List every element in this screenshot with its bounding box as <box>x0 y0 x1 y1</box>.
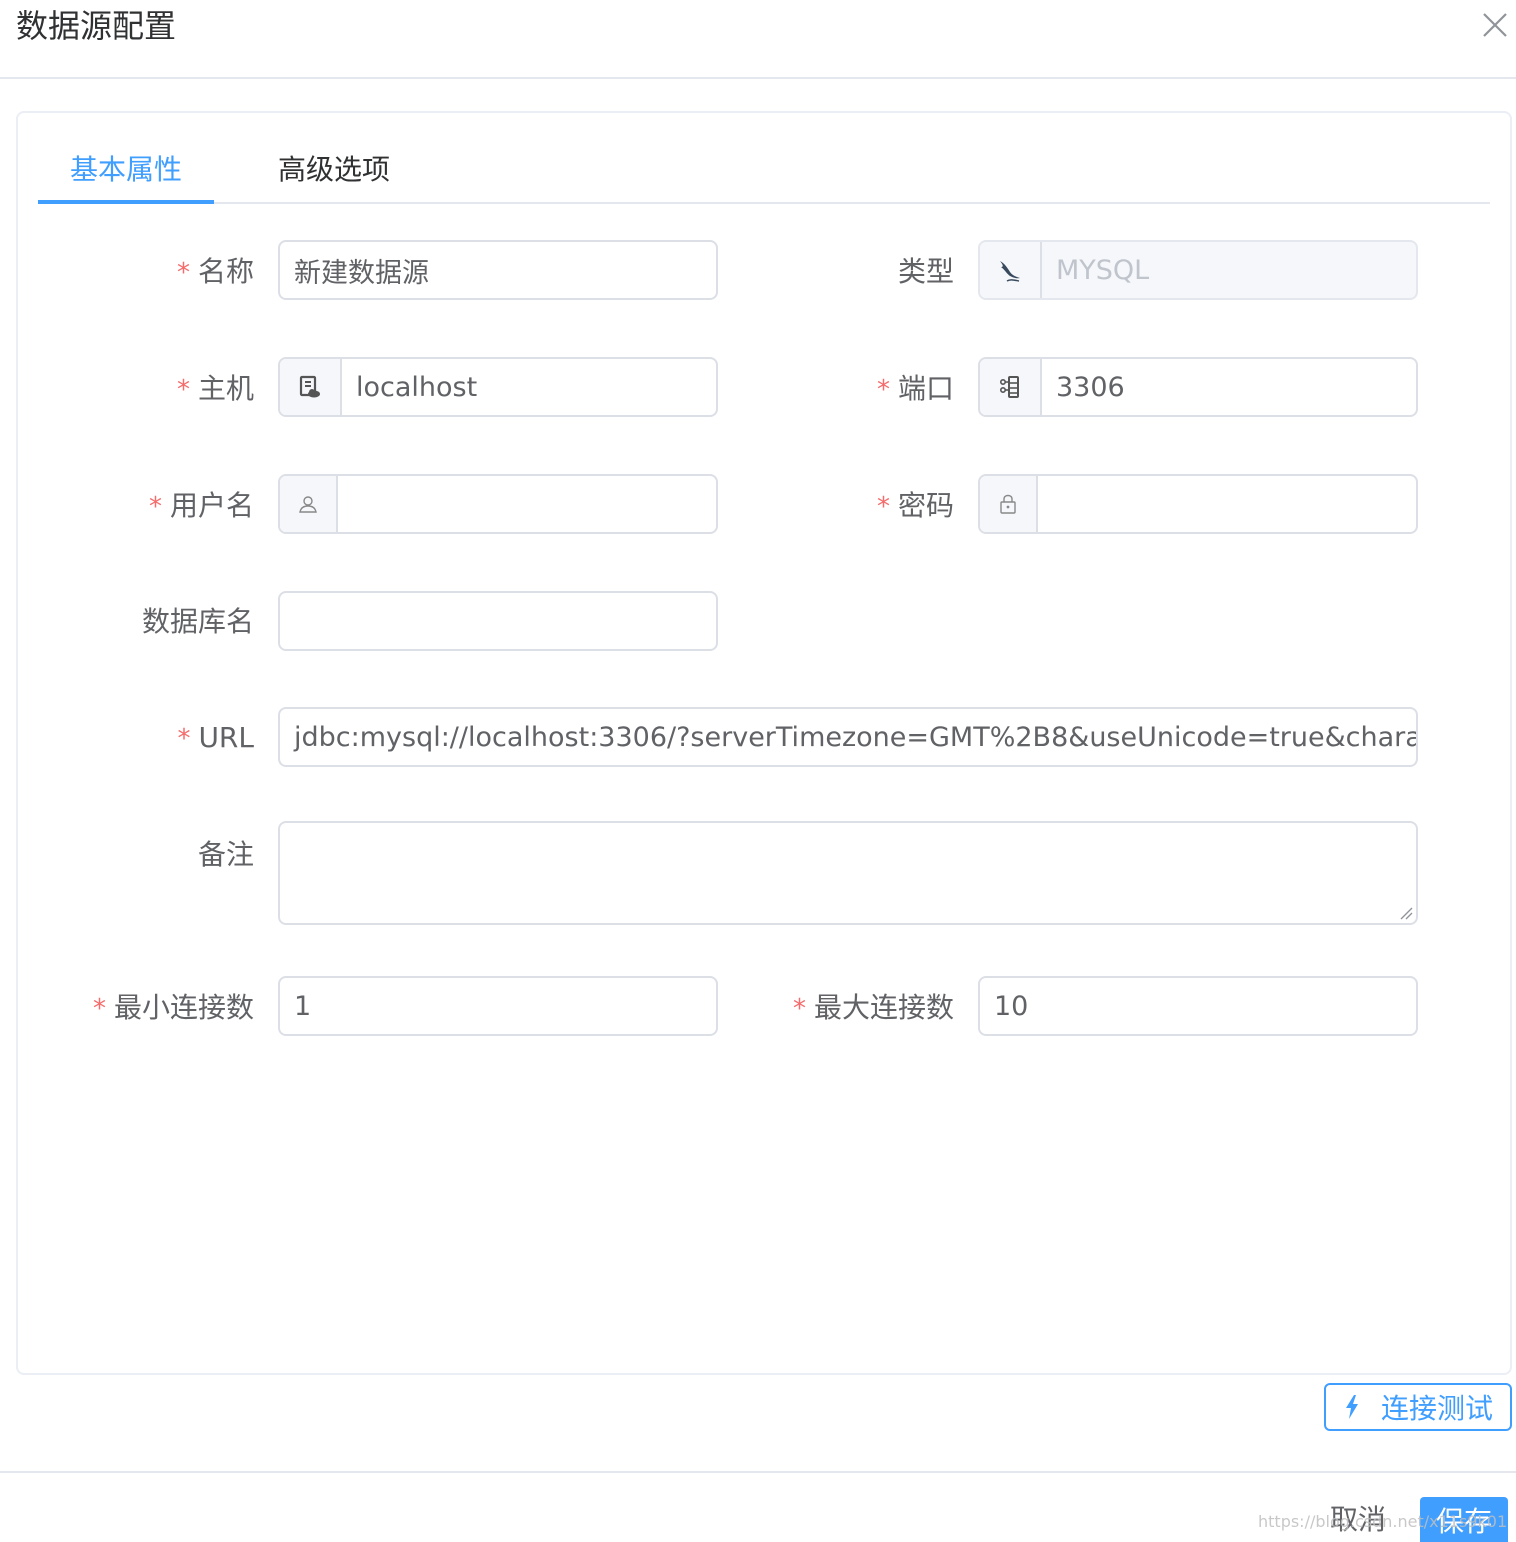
username-label: * 用户名 <box>148 489 254 522</box>
url-label: * URL <box>177 721 254 754</box>
header-divider <box>0 77 1516 79</box>
type-label: 类型 <box>897 255 954 288</box>
url-input[interactable]: jdbc:mysql://localhost:3306/?serverTimez… <box>278 707 1418 767</box>
lightning-icon <box>1345 1395 1358 1419</box>
close-icon[interactable] <box>1480 10 1510 40</box>
resize-handle-icon[interactable] <box>1398 905 1414 921</box>
server-icon <box>280 359 342 415</box>
tab-basic-properties[interactable]: 基本属性 <box>70 150 182 190</box>
required-mark: * <box>176 258 190 288</box>
host-input[interactable]: localhost <box>278 357 718 417</box>
name-label: * 名称 <box>176 255 254 288</box>
max-connections-label: * 最大连接数 <box>792 991 954 1024</box>
tab-divider <box>38 202 1490 204</box>
host-label: * 主机 <box>176 372 254 405</box>
cancel-button[interactable]: 取消 <box>1330 1500 1386 1540</box>
test-connection-button[interactable]: 连接测试 <box>1324 1383 1512 1431</box>
database-input[interactable] <box>278 591 718 651</box>
lock-icon <box>980 476 1038 532</box>
database-label: 数据库名 <box>141 605 254 638</box>
port-icon <box>980 359 1042 415</box>
max-connections-input[interactable]: 10 <box>978 976 1418 1036</box>
password-input[interactable] <box>978 474 1418 534</box>
footer-divider <box>0 1471 1516 1473</box>
port-label: * 端口 <box>876 372 954 405</box>
password-label: * 密码 <box>876 489 954 522</box>
save-button[interactable]: 保存 <box>1420 1497 1508 1542</box>
min-connections-input[interactable]: 1 <box>278 976 718 1036</box>
remark-textarea[interactable] <box>278 821 1418 925</box>
port-input[interactable]: 3306 <box>978 357 1418 417</box>
username-input[interactable] <box>278 474 718 534</box>
min-connections-label: * 最小连接数 <box>92 991 254 1024</box>
user-icon <box>280 476 338 532</box>
type-input: MYSQL <box>978 240 1418 300</box>
name-input[interactable]: 新建数据源 <box>278 240 718 300</box>
remark-label: 备注 <box>197 838 254 871</box>
tab-advanced-options[interactable]: 高级选项 <box>278 150 390 190</box>
mysql-dolphin-icon <box>980 242 1042 298</box>
dialog-title: 数据源配置 <box>16 7 177 45</box>
tab-active-indicator <box>38 200 214 204</box>
